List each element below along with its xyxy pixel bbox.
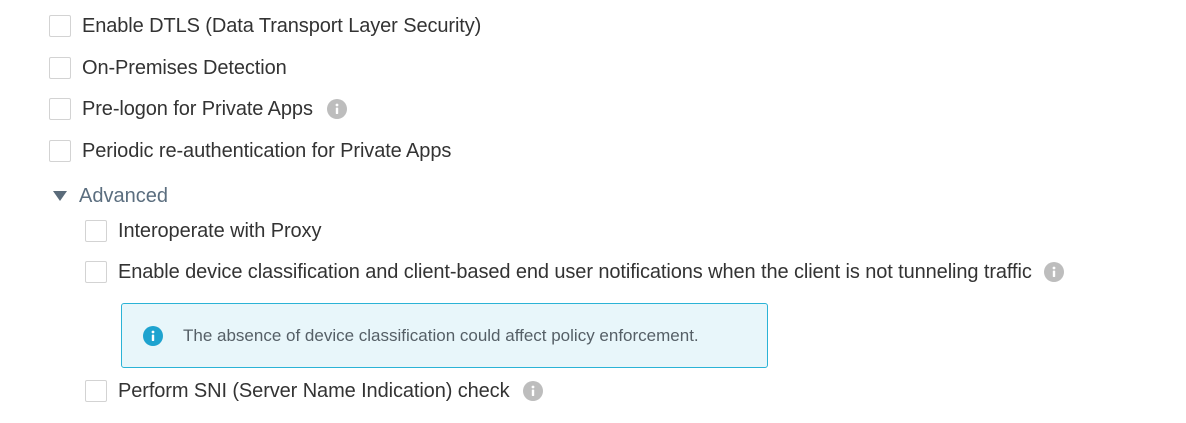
device-classification-label: Enable device classification and client-…: [118, 260, 1032, 283]
enable-dtls-checkbox[interactable]: [49, 15, 71, 37]
advanced-label: Advanced: [79, 184, 168, 207]
periodic-reauth-checkbox[interactable]: [49, 140, 71, 162]
option-on-premises-detection[interactable]: On-Premises Detection: [49, 55, 287, 81]
option-interoperate-with-proxy[interactable]: Interoperate with Proxy: [85, 218, 321, 244]
interoperate-proxy-checkbox[interactable]: [85, 220, 107, 242]
device-classification-checkbox[interactable]: [85, 261, 107, 283]
option-pre-logon-private-apps[interactable]: Pre-logon for Private Apps: [49, 96, 347, 122]
device-classification-note: The absence of device classification cou…: [121, 303, 768, 368]
info-icon[interactable]: [326, 99, 347, 119]
interoperate-proxy-label: Interoperate with Proxy: [118, 219, 322, 242]
info-icon[interactable]: [1043, 262, 1064, 282]
option-perform-sni-check[interactable]: Perform SNI (Server Name Indication) che…: [85, 378, 544, 404]
option-enable-dtls[interactable]: Enable DTLS (Data Transport Layer Securi…: [49, 13, 481, 39]
on-premises-detection-label: On-Premises Detection: [82, 56, 287, 79]
pre-logon-label: Pre-logon for Private Apps: [82, 97, 313, 120]
info-icon: [143, 325, 163, 346]
note-text: The absence of device classification cou…: [183, 325, 699, 345]
enable-dtls-label: Enable DTLS (Data Transport Layer Securi…: [82, 14, 482, 37]
sni-check-checkbox[interactable]: [85, 380, 107, 402]
option-periodic-reauthentication[interactable]: Periodic re-authentication for Private A…: [49, 138, 451, 164]
sni-check-label: Perform SNI (Server Name Indication) che…: [118, 379, 510, 402]
info-icon[interactable]: [523, 381, 544, 401]
advanced-section-toggle[interactable]: Advanced: [53, 183, 168, 209]
pre-logon-checkbox[interactable]: [49, 98, 71, 120]
caret-down-icon: [53, 191, 67, 201]
periodic-reauth-label: Periodic re-authentication for Private A…: [82, 139, 452, 162]
settings-panel: Enable DTLS (Data Transport Layer Securi…: [0, 0, 1186, 423]
on-premises-detection-checkbox[interactable]: [49, 57, 71, 79]
option-device-classification[interactable]: Enable device classification and client-…: [85, 259, 1064, 285]
